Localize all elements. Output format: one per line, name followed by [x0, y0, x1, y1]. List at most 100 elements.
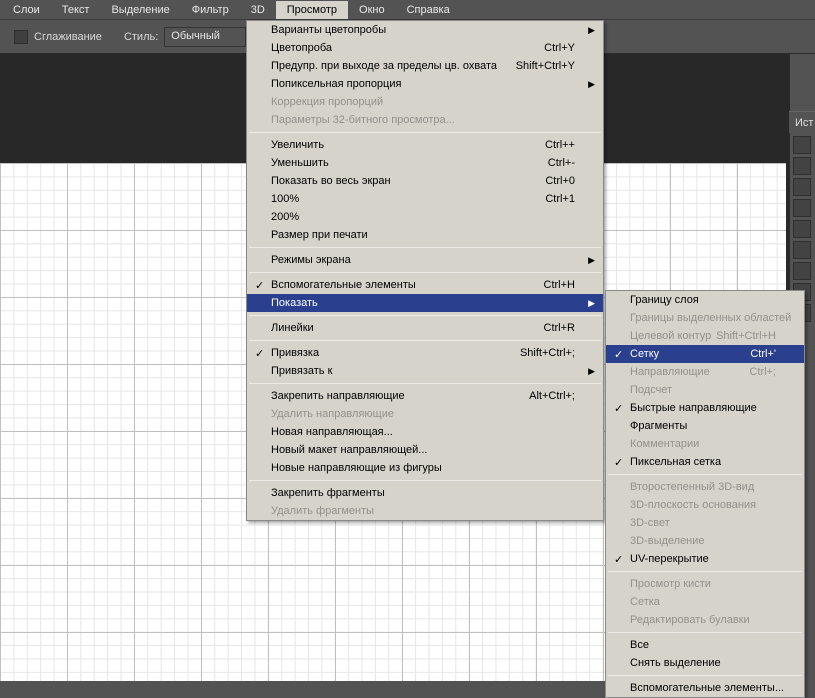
submenu-arrow-icon: ▶	[588, 25, 595, 36]
show-submenu-item: Просмотр кисти	[606, 575, 804, 593]
menu-item-просмотр[interactable]: Просмотр	[276, 1, 348, 19]
menu-item-label: Удалить направляющие	[271, 408, 394, 420]
menu-item-label: Направляющие	[630, 366, 710, 378]
menu-item-label: 200%	[271, 211, 299, 223]
menu-shortcut: Ctrl+Y	[544, 42, 575, 54]
menu-shortcut: Ctrl++	[545, 139, 575, 151]
panel-slot[interactable]	[793, 178, 811, 196]
menu-separator	[249, 315, 601, 316]
view-menu-item[interactable]: УвеличитьCtrl++	[247, 136, 603, 154]
view-menu-item[interactable]: Показать▶	[247, 294, 603, 312]
view-menu-item[interactable]: Привязать к▶	[247, 362, 603, 380]
view-menu-item[interactable]: 100%Ctrl+1	[247, 190, 603, 208]
menu-item-label: Подсчет	[630, 384, 672, 396]
menu-item-label: Редактировать булавки	[630, 614, 750, 626]
show-submenu-item[interactable]: ✓Быстрые направляющие	[606, 399, 804, 417]
show-submenu-item[interactable]: ✓Пиксельная сетка	[606, 453, 804, 471]
menu-item-label: Вспомогательные элементы	[271, 279, 416, 291]
menu-item-label: Варианты цветопробы	[271, 24, 386, 36]
panel-slot[interactable]	[793, 136, 811, 154]
style-select[interactable]: Обычный	[164, 27, 246, 47]
show-submenu-item: Комментарии	[606, 435, 804, 453]
menu-item-текст[interactable]: Текст	[51, 1, 101, 19]
show-submenu-item[interactable]: ✓СеткуCtrl+'	[606, 345, 804, 363]
menu-item-label: Пиксельная сетка	[630, 456, 721, 468]
menu-item-слои[interactable]: Слои	[2, 1, 51, 19]
view-menu-item[interactable]: Уменьшить Ctrl+-	[247, 154, 603, 172]
menu-item-3d[interactable]: 3D	[240, 1, 276, 19]
menu-item-label: Новые направляющие из фигуры	[271, 462, 442, 474]
menu-item-label: Просмотр кисти	[630, 578, 711, 590]
menu-item-label: Границы выделенных областей	[630, 312, 791, 324]
view-menu-item[interactable]: Новая направляющая...	[247, 423, 603, 441]
panel-slot[interactable]	[793, 262, 811, 280]
show-submenu-item[interactable]: Границу слоя	[606, 291, 804, 309]
view-menu-item[interactable]: Режимы экрана▶	[247, 251, 603, 269]
menu-separator	[608, 571, 802, 572]
menu-item-label: Параметры 32-битного просмотра...	[271, 114, 455, 126]
show-submenu-item[interactable]: Вспомогательные элементы...	[606, 679, 804, 697]
smoothing-checkbox[interactable]	[14, 30, 28, 44]
menu-item-label: Размер при печати	[271, 229, 368, 241]
panel-slot[interactable]	[793, 220, 811, 238]
menu-item-label: Границу слоя	[630, 294, 699, 306]
view-menu-item[interactable]: Закрепить фрагменты	[247, 484, 603, 502]
menu-item-label: Второстепенный 3D-вид	[630, 481, 754, 493]
view-menu-item[interactable]: Размер при печати	[247, 226, 603, 244]
submenu-arrow-icon: ▶	[588, 79, 595, 90]
check-icon: ✓	[614, 348, 623, 361]
view-menu-item[interactable]: Новый макет направляющей...	[247, 441, 603, 459]
menu-item-фильтр[interactable]: Фильтр	[181, 1, 240, 19]
menu-item-label: 3D-выделение	[630, 535, 705, 547]
menu-item-выделение[interactable]: Выделение	[100, 1, 180, 19]
menu-shortcut: Shift+Ctrl+H	[716, 330, 776, 342]
menu-separator	[249, 383, 601, 384]
menu-shortcut: Ctrl+-	[548, 157, 575, 169]
view-menu-item[interactable]: Показать во весь экранCtrl+0	[247, 172, 603, 190]
show-submenu-item: Сетка	[606, 593, 804, 611]
menu-item-справка[interactable]: Справка	[396, 1, 461, 19]
view-menu-item[interactable]: Закрепить направляющиеAlt+Ctrl+;	[247, 387, 603, 405]
panel-slot[interactable]	[793, 199, 811, 217]
menu-item-label: Сетка	[630, 596, 660, 608]
view-menu-item[interactable]: ✓Вспомогательные элементыCtrl+H	[247, 276, 603, 294]
menu-separator	[249, 272, 601, 273]
view-menu-item: Удалить фрагменты	[247, 502, 603, 520]
show-submenu-item[interactable]: Фрагменты	[606, 417, 804, 435]
menu-shortcut: Ctrl+0	[545, 175, 575, 187]
menu-item-label: Закрепить направляющие	[271, 390, 405, 402]
show-submenu-item[interactable]: Снять выделение	[606, 654, 804, 672]
panel-slot[interactable]	[793, 241, 811, 259]
view-menu-item[interactable]: 200%	[247, 208, 603, 226]
menu-item-label: Коррекция пропорций	[271, 96, 383, 108]
view-menu-item[interactable]: Новые направляющие из фигуры	[247, 459, 603, 477]
show-submenu-item: 3D-плоскость основания	[606, 496, 804, 514]
view-menu-dropdown: Варианты цветопробы ▶ ЦветопробаCtrl+YПред…	[246, 20, 604, 521]
menu-shortcut: Shift+Ctrl+Y	[516, 60, 575, 72]
menu-item-label: Режимы экрана	[271, 254, 351, 266]
menu-item-label: Новый макет направляющей...	[271, 444, 427, 456]
menu-shortcut: Ctrl+R	[544, 322, 575, 334]
menu-item-label: UV-перекрытие	[630, 553, 709, 565]
panel-slot[interactable]	[793, 157, 811, 175]
menu-separator	[249, 247, 601, 248]
menubar: СлоиТекстВыделениеФильтр3DПросмотрОкноСп…	[0, 0, 815, 20]
style-label: Стиль:	[124, 31, 158, 43]
show-submenu-item: 3D-выделение	[606, 532, 804, 550]
menu-shortcut: Ctrl+'	[750, 348, 776, 360]
show-submenu-item: Целевой контурShift+Ctrl+H	[606, 327, 804, 345]
menu-shortcut: Ctrl+;	[749, 366, 776, 378]
view-menu-item[interactable]: Попиксельная пропорция▶	[247, 75, 603, 93]
view-menu-item[interactable]: Варианты цветопробы ▶	[247, 21, 603, 39]
menu-item-окно[interactable]: Окно	[348, 1, 396, 19]
view-menu-item: Коррекция пропорций	[247, 93, 603, 111]
menu-item-label: Уменьшить	[271, 157, 329, 169]
show-submenu-dropdown: Границу слоя Границы выделенных областей Ц…	[605, 290, 805, 698]
view-menu-item[interactable]: ЦветопробаCtrl+Y	[247, 39, 603, 57]
view-menu-item[interactable]: ЛинейкиCtrl+R	[247, 319, 603, 337]
view-menu-item[interactable]: Предупр. при выходе за пределы цв. охват…	[247, 57, 603, 75]
view-menu-item[interactable]: ✓ПривязкаShift+Ctrl+;	[247, 344, 603, 362]
show-submenu-item[interactable]: ✓UV-перекрытие	[606, 550, 804, 568]
history-tab[interactable]: Ист	[789, 111, 815, 133]
show-submenu-item[interactable]: Все	[606, 636, 804, 654]
